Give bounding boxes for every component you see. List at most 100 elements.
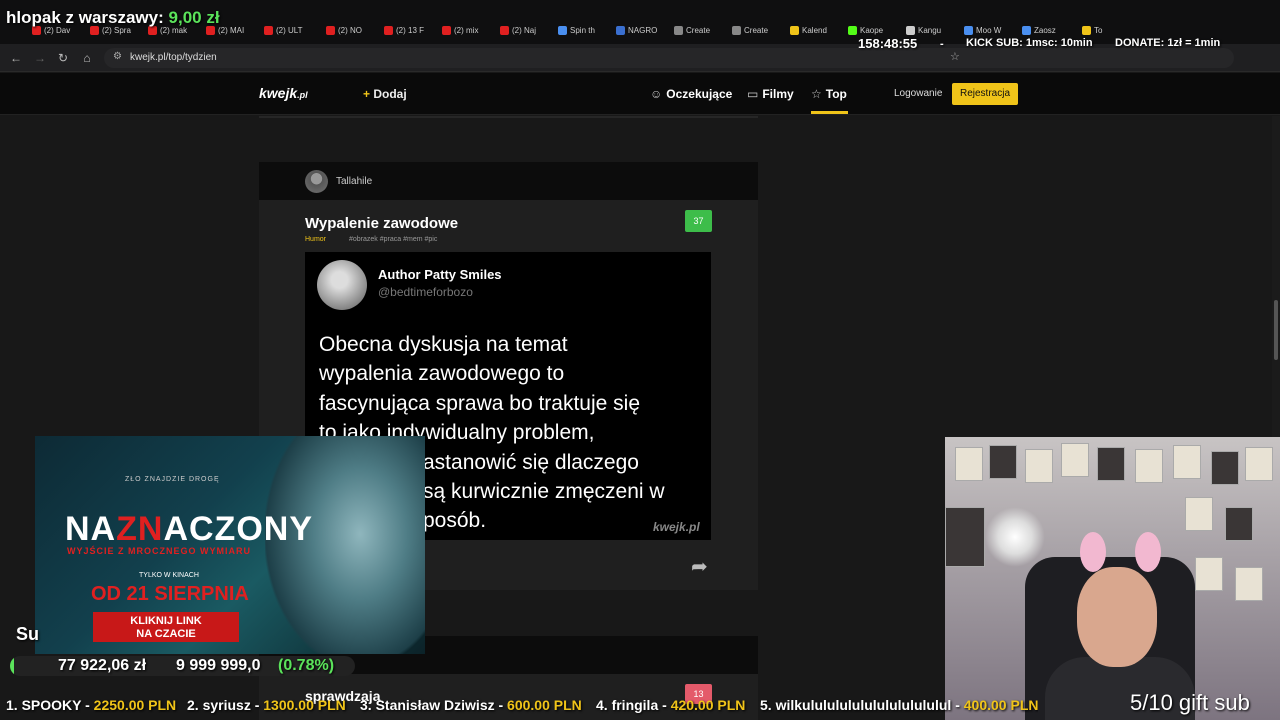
post-category[interactable]: Humor: [305, 236, 326, 243]
post-author-bar: Tallahile: [259, 162, 758, 200]
kick-sub-info: KICK SUB: 1msc: 10min: [966, 37, 1093, 49]
ad-title: NAZNACZONY: [65, 510, 313, 548]
browser-tab[interactable]: Kalend: [790, 22, 844, 38]
tab-label: Moo W: [976, 25, 1002, 35]
ticker-item: 4. fringila - 420.00 PLN: [596, 697, 746, 713]
browser-tab[interactable]: (2) ULT: [264, 22, 318, 38]
streamer-head: [1077, 567, 1157, 667]
site-info-icon[interactable]: ⚙: [113, 51, 122, 62]
tweet-handle: @bedtimeforbozo: [378, 285, 473, 299]
nav-pending[interactable]: ☺ Oczekujące: [650, 87, 732, 101]
tab-label: (2) MAI: [218, 25, 245, 35]
tab-favicon-icon: [732, 25, 741, 35]
tab-label: (2) 13 F: [396, 25, 425, 35]
nav-top[interactable]: ☆ Top: [811, 87, 847, 101]
overlay-donation-amount: 9,00 zł: [168, 8, 220, 27]
wall-picture: [1235, 567, 1263, 601]
tweet-avatar: [317, 260, 367, 310]
tab-label: Kaope: [860, 25, 884, 35]
wall-picture: [1061, 443, 1089, 477]
wall-picture: [1097, 447, 1125, 481]
tab-favicon-icon: [442, 25, 451, 35]
donate-info: DONATE: 1zł = 1min: [1115, 37, 1221, 49]
post-tags[interactable]: #obrazek #praca #mem #pic: [349, 236, 437, 243]
tab-label: (2) mix: [454, 25, 479, 35]
tweet-author-name: Author Patty Smiles: [378, 267, 502, 282]
add-label: Dodaj: [373, 87, 407, 101]
movie-ad-overlay[interactable]: ZŁO ZNAJDZIE DROGĘ NAZNACZONY WYJŚCIE Z …: [35, 436, 425, 654]
author-name[interactable]: Tallahile: [336, 176, 372, 187]
back-icon[interactable]: ←: [8, 50, 24, 66]
browser-tab[interactable]: (2) Naj: [500, 22, 554, 38]
tab-label: NAGRO: [628, 25, 658, 35]
kwejk-logo[interactable]: kwejk.pl: [259, 85, 308, 101]
streamer-webcam: [945, 437, 1280, 720]
wall-picture: [955, 447, 983, 481]
browser-tab[interactable]: Create: [732, 22, 786, 38]
goal-current-amount: 77 922,06 zł: [58, 657, 147, 674]
ticker-item: 1. SPOOKY - 2250.00 PLN: [6, 697, 177, 713]
tab-favicon-icon: [906, 25, 915, 35]
cat-ear-left: [1080, 532, 1106, 572]
browser-tab[interactable]: Moo W: [964, 22, 1018, 38]
wall-picture: [1225, 507, 1253, 541]
forward-icon[interactable]: →: [32, 50, 48, 66]
ticker-item: 3. Stanisław Dziwisz - 600.00 PLN: [360, 697, 582, 713]
nav-movies[interactable]: ▭ Filmy: [747, 87, 794, 101]
browser-tab[interactable]: Zaosz: [1022, 22, 1076, 38]
browser-tab[interactable]: (2) NO: [326, 22, 380, 38]
address-bar[interactable]: ⚙ kwejk.pl/top/tydzien ☆: [104, 48, 1234, 68]
vote-score-badge[interactable]: 37: [685, 210, 712, 232]
smiley-icon: ☺: [650, 87, 663, 101]
browser-tab[interactable]: To: [1082, 22, 1136, 38]
add-button[interactable]: + Dodaj: [363, 87, 407, 101]
plus-icon: +: [363, 87, 371, 101]
tab-favicon-icon: [384, 25, 393, 35]
goal-percent: (0.78%): [278, 657, 335, 674]
tab-label: Kangu: [918, 25, 942, 35]
share-icon[interactable]: ➦: [691, 554, 708, 579]
tweet-line: wypalenia zawodowego to: [319, 362, 565, 386]
tab-favicon-icon: [326, 25, 335, 35]
tab-label: (2) ULT: [276, 25, 303, 35]
tab-favicon-icon: [264, 25, 273, 35]
tab-label: Zaosz: [1034, 25, 1056, 35]
wall-picture: [1245, 447, 1273, 481]
register-button[interactable]: Rejestracja: [952, 83, 1018, 105]
tab-label: (2) Naj: [512, 25, 537, 35]
scrollbar-thumb[interactable]: [1274, 300, 1278, 360]
goal-target-amount: 9 999 999,0: [176, 657, 261, 674]
ad-cta-line: NA CZACIE: [136, 628, 196, 640]
kwejk-watermark: kwejk.pl: [653, 520, 700, 534]
star-icon: ☆: [811, 87, 822, 101]
author-avatar[interactable]: [305, 170, 328, 193]
nav-movies-label: Filmy: [762, 87, 794, 101]
browser-tab[interactable]: (2) mix: [442, 22, 496, 38]
ad-cta-line: KLIKNIJ LINK: [130, 615, 202, 627]
tab-label: Create: [686, 25, 711, 35]
post-title[interactable]: Wypalenie zawodowe: [305, 215, 458, 232]
goal-label: Su: [16, 624, 40, 644]
subathon-timer: 158:48:55: [858, 36, 918, 51]
tweet-line: fascynująca sprawa bo traktuje się: [319, 391, 640, 415]
reload-icon[interactable]: ↻: [55, 50, 71, 66]
browser-tab[interactable]: (2) 13 F: [384, 22, 438, 38]
ad-subtitle: WYJŚCIE Z MROCZNEGO WYMIARU: [67, 546, 251, 556]
browser-tab[interactable]: Create: [674, 22, 728, 38]
url-text: kwejk.pl/top/tydzien: [130, 52, 217, 63]
browser-tab[interactable]: NAGRO: [616, 22, 670, 38]
wall-picture: [989, 445, 1017, 479]
ad-release-date: OD 21 SIERPNIA: [91, 583, 249, 605]
browser-tab[interactable]: Spin th: [558, 22, 612, 38]
ticker-item: 2. syriusz - 1300.00 PLN: [187, 697, 346, 713]
ad-cta-button[interactable]: KLIKNIJ LINK NA CZACIE: [93, 612, 239, 642]
home-icon[interactable]: ⌂: [79, 50, 95, 66]
tab-favicon-icon: [616, 25, 625, 35]
screen: (2) Dav (2) Spra (2) mak (2) MAI (2) ULT (2) …: [0, 0, 1280, 720]
ticker-item: 5. wilkulululululululululululul - 400.00…: [760, 697, 1039, 713]
tweet-line: Obecna dyskusja na temat: [319, 333, 568, 356]
nav-top-label: Top: [825, 87, 847, 101]
site-header: kwejk.pl + Dodaj ☺ Oczekujące ▭ Filmy ☆ Top…: [0, 73, 1280, 115]
login-link[interactable]: Logowanie: [894, 88, 942, 99]
bookmark-star-icon[interactable]: ☆: [950, 50, 960, 63]
